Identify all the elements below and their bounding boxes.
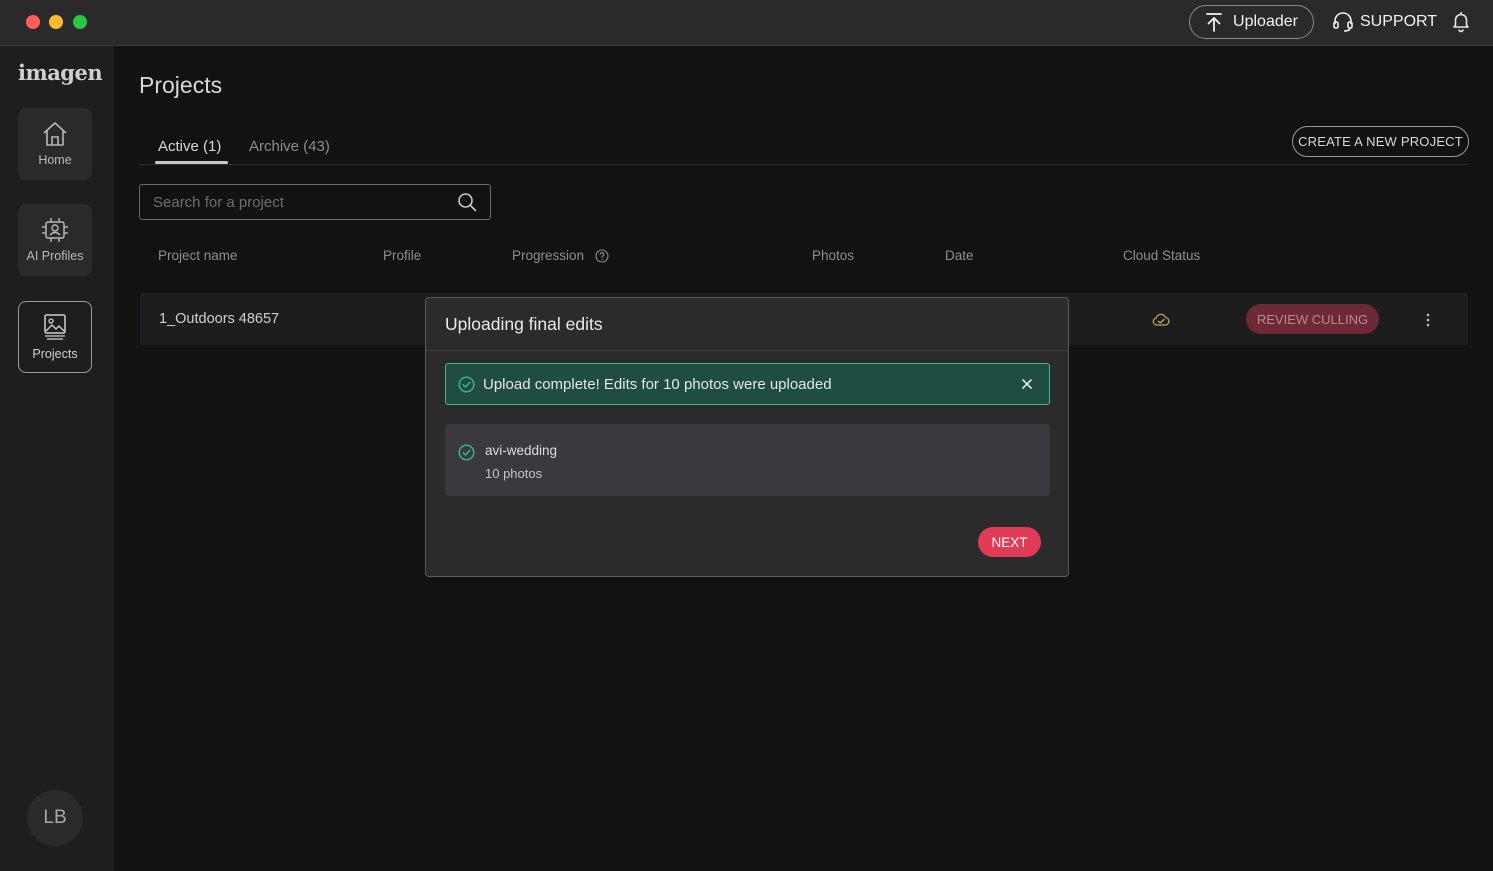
close-window-button[interactable] — [26, 15, 40, 29]
column-header-progression-label: Progression — [512, 248, 585, 263]
imagen-logo[interactable]: imagen — [18, 60, 103, 85]
project-name[interactable]: 1_Outdoors 48657 — [159, 311, 279, 327]
upload-modal: Uploading final edits Upload complete! E… — [425, 297, 1069, 577]
create-project-button[interactable]: CREATE A NEW PROJECT — [1292, 126, 1469, 157]
help-icon[interactable] — [595, 249, 609, 263]
support-button[interactable]: SUPPORT — [1332, 8, 1437, 36]
check-circle-icon — [458, 444, 475, 461]
maximize-window-button[interactable] — [73, 15, 87, 29]
sidebar-item-label: AI Profiles — [26, 249, 84, 263]
upload-success-alert: Upload complete! Edits for 10 photos wer… — [445, 363, 1050, 405]
ai-profiles-icon — [42, 218, 68, 242]
project-search — [139, 184, 491, 220]
search-icon[interactable] — [457, 192, 477, 212]
cloud-sync-icon — [1152, 313, 1170, 326]
projects-icon — [44, 314, 66, 340]
uploaded-project-name: avi-wedding — [485, 443, 558, 458]
sidebar-item-home[interactable]: Home — [18, 108, 92, 180]
search-input[interactable] — [140, 193, 457, 211]
column-header-photos[interactable]: Photos — [812, 248, 854, 263]
review-culling-button[interactable]: REVIEW CULLING — [1246, 304, 1379, 334]
avatar[interactable]: LB — [27, 790, 83, 846]
sidebar-item-label: Home — [38, 153, 72, 167]
bell-icon[interactable] — [1450, 10, 1472, 34]
column-header-date[interactable]: Date — [945, 248, 974, 263]
modal-title: Uploading final edits — [445, 314, 603, 334]
more-options-icon[interactable] — [1418, 310, 1438, 330]
alert-message: Upload complete! Edits for 10 photos wer… — [483, 375, 832, 393]
uploaded-project-card: avi-wedding 10 photos — [445, 424, 1050, 496]
check-circle-icon — [458, 375, 475, 393]
uploaded-photo-count: 10 photos — [485, 466, 543, 481]
uploader-label: Uploader — [1233, 13, 1298, 30]
active-tab-indicator — [155, 161, 228, 164]
home-icon — [43, 122, 67, 146]
modal-divider — [426, 350, 1068, 351]
column-header-progression[interactable]: Progression — [512, 248, 609, 263]
column-header-profile[interactable]: Profile — [383, 248, 421, 263]
uploader-button[interactable]: Uploader — [1189, 5, 1314, 39]
sidebar-item-label: Projects — [32, 347, 78, 361]
upload-arrow-icon — [1206, 13, 1222, 32]
tab-active[interactable]: Active (1) — [158, 138, 221, 155]
column-header-project-name[interactable]: Project name — [158, 248, 238, 263]
column-header-cloud-status[interactable]: Cloud Status — [1123, 248, 1200, 263]
sidebar-item-ai-profiles[interactable]: AI Profiles — [18, 204, 92, 276]
project-tabs: Active (1) Archive (43) — [139, 130, 1468, 165]
page-title: Projects — [139, 72, 223, 98]
window-titlebar: Uploader SUPPORT — [0, 0, 1493, 46]
next-button[interactable]: NEXT — [978, 527, 1041, 557]
minimize-window-button[interactable] — [49, 15, 63, 29]
support-label: SUPPORT — [1360, 13, 1438, 30]
tab-archive[interactable]: Archive (43) — [249, 138, 330, 155]
close-icon[interactable] — [1019, 376, 1035, 392]
headset-icon — [1333, 12, 1353, 32]
sidebar: imagen Home AI Profiles Projects LB — [0, 46, 114, 871]
sidebar-item-projects[interactable]: Projects — [18, 301, 92, 373]
